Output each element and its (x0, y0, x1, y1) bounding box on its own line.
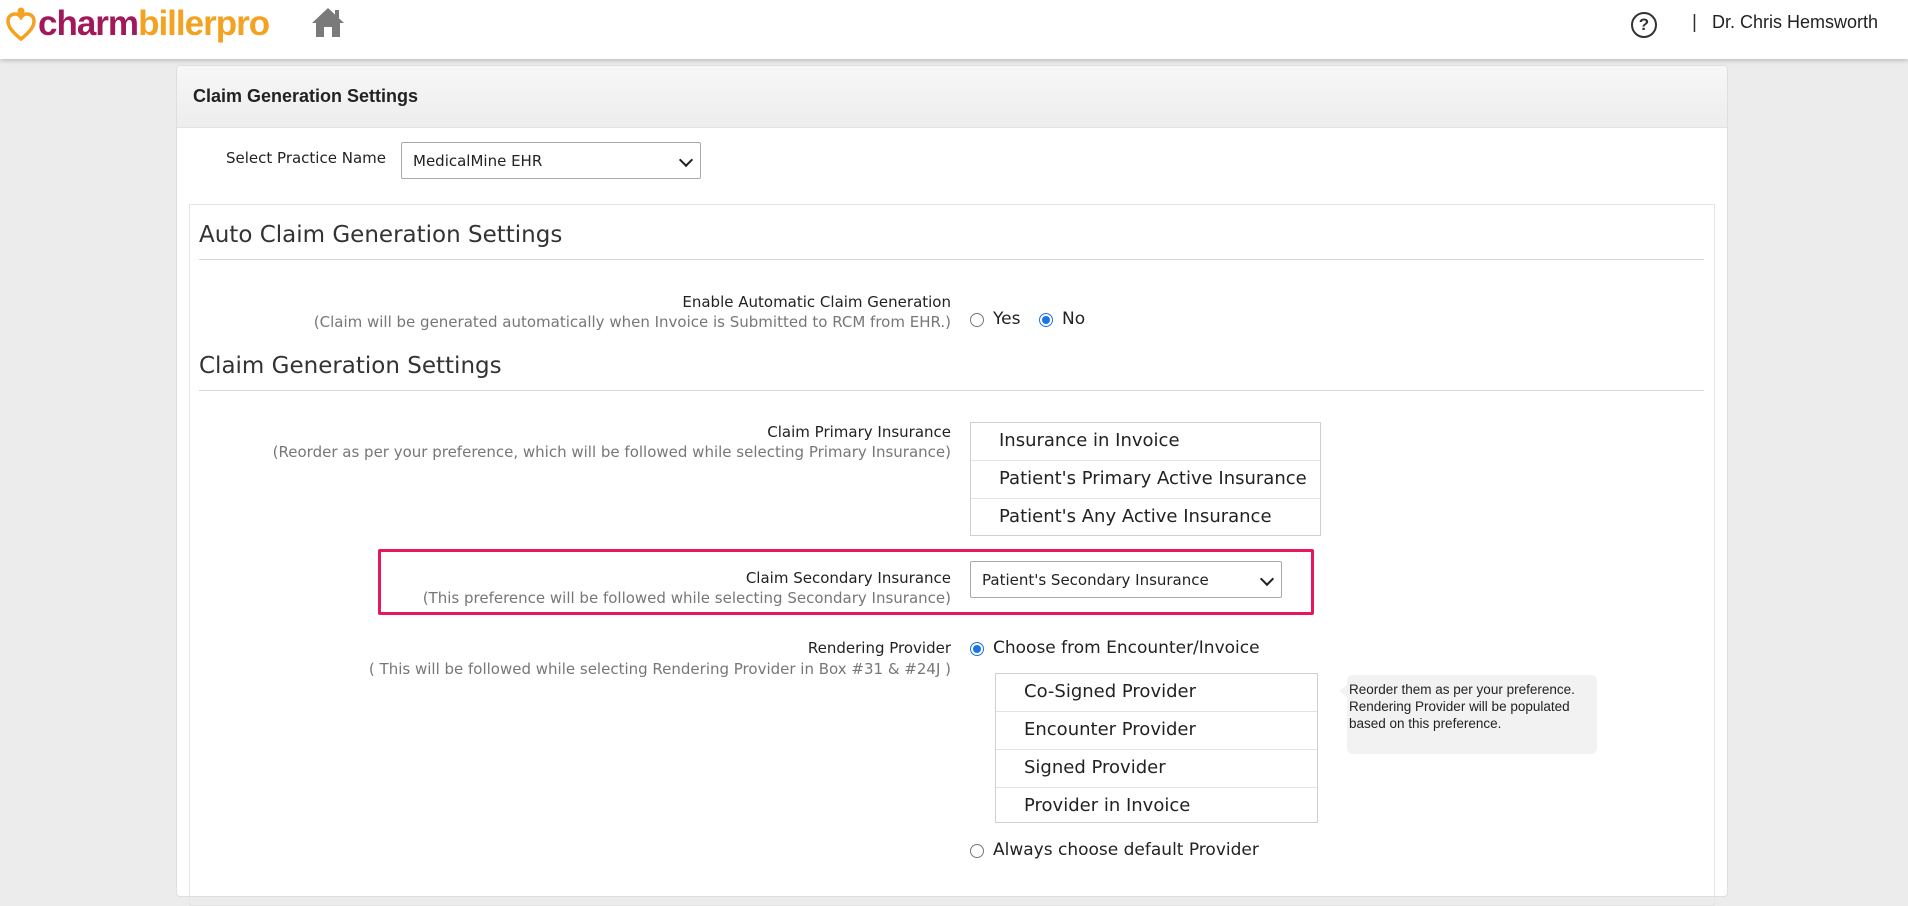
logo-text-charm: charm (38, 4, 139, 43)
primary-insurance-list: Insurance in Invoice Patient's Primary A… (970, 422, 1321, 536)
auto-section-title: Auto Claim Generation Settings (199, 222, 563, 248)
rendering-default-label[interactable]: Always choose default Provider (993, 840, 1259, 860)
list-item[interactable]: Encounter Provider (996, 712, 1317, 750)
secondary-insurance-sublabel: (This preference will be followed while … (422, 589, 951, 607)
user-name[interactable]: Dr. Chris Hemsworth (1712, 12, 1878, 33)
list-item[interactable]: Patient's Any Active Insurance (971, 499, 1320, 536)
rendering-choose-label[interactable]: Choose from Encounter/Invoice (993, 638, 1260, 658)
list-item[interactable]: Patient's Primary Active Insurance (971, 461, 1320, 499)
settings-panel: Claim Generation Settings Select Practic… (176, 65, 1728, 906)
practice-label: Select Practice Name (226, 149, 386, 167)
logo-text: charmbillerpro (38, 4, 270, 44)
user-separator: | (1692, 12, 1697, 33)
secondary-insurance-select[interactable]: Patient's Secondary Insurance (970, 561, 1282, 598)
primary-insurance-sublabel: (Reorder as per your preference, which w… (272, 443, 951, 461)
auto-claim-yes-radio[interactable] (970, 313, 984, 327)
page-title: Claim Generation Settings (193, 86, 419, 106)
auto-claim-yes-label[interactable]: Yes (993, 309, 1020, 329)
section-divider (199, 259, 1704, 260)
help-icon[interactable]: ? (1631, 12, 1657, 38)
list-item[interactable]: Provider in Invoice (996, 788, 1317, 825)
logo-text-billerpro: billerpro (138, 4, 270, 43)
auto-claim-no-label[interactable]: No (1062, 309, 1085, 329)
list-item[interactable]: Signed Provider (996, 750, 1317, 788)
heart-logo-icon (6, 7, 36, 42)
practice-select-value: MedicalMine EHR (413, 151, 543, 170)
rendering-provider-sublabel: ( This will be followed while selecting … (368, 660, 951, 678)
primary-insurance-label: Claim Primary Insurance (767, 423, 951, 441)
chevron-down-icon (678, 152, 694, 167)
rendering-provider-label: Rendering Provider (807, 639, 951, 657)
enable-auto-claim-label: Enable Automatic Claim Generation (682, 293, 951, 311)
section-divider (199, 390, 1704, 391)
secondary-insurance-value: Patient's Secondary Insurance (982, 570, 1209, 589)
chevron-down-icon (1259, 571, 1275, 586)
rendering-choose-radio[interactable] (970, 642, 984, 656)
list-item[interactable]: Co-Signed Provider (996, 674, 1317, 712)
rendering-default-radio[interactable] (970, 844, 984, 858)
home-icon[interactable] (310, 5, 346, 39)
list-item[interactable]: Insurance in Invoice (971, 423, 1320, 461)
reorder-tooltip: Reorder them as per your preference. Ren… (1339, 675, 1597, 754)
auto-claim-no-radio[interactable] (1039, 313, 1053, 327)
rendering-provider-list: Co-Signed Provider Encounter Provider Si… (995, 673, 1318, 823)
practice-select[interactable]: MedicalMine EHR (401, 142, 701, 179)
panel-header: Claim Generation Settings (177, 66, 1727, 128)
app-logo[interactable]: charmbillerpro (6, 4, 270, 44)
claim-section-title: Claim Generation Settings (199, 353, 502, 379)
enable-auto-claim-sublabel: (Claim will be generated automatically w… (313, 313, 951, 331)
secondary-insurance-label: Claim Secondary Insurance (745, 569, 951, 587)
top-bar: charmbillerpro ? | Dr. Chris Hemsworth (0, 0, 1908, 59)
